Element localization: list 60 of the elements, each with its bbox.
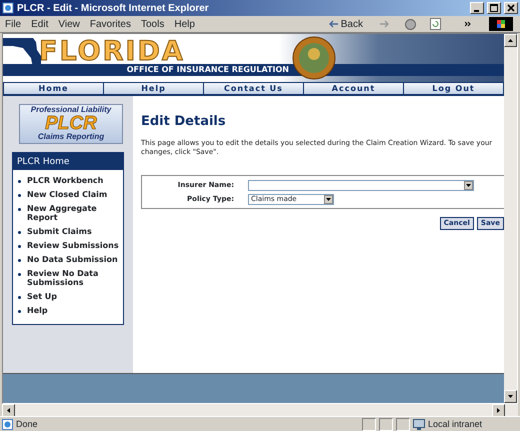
status-text: Done [16,419,39,429]
close-button[interactable] [504,2,518,14]
intranet-icon [413,418,425,430]
sidebar-link[interactable]: No Data Submission [27,255,118,264]
sidebar-link[interactable]: New Closed Claim [27,190,108,199]
logo-tagline: Professional Liability [30,105,112,115]
bullet-icon [18,194,21,197]
sidebar-link[interactable]: Review No Data Submissions [27,269,123,287]
nav-tab[interactable]: Account [304,83,403,94]
scroll-down-icon[interactable] [504,390,517,403]
menu-item[interactable]: Edit [26,18,54,30]
dropdown-arrow-icon [324,194,333,204]
bullet-icon [18,180,21,183]
dropdown-field[interactable] [248,180,474,190]
back-button[interactable]: Back [324,18,368,30]
menu-item[interactable]: View [53,18,85,30]
ie-page-icon [2,2,14,14]
logo-wordmark: PLCR [45,115,97,132]
seal-icon [292,36,336,80]
sidebar-link[interactable]: New Aggregate Report [27,204,123,222]
scroll-right-icon[interactable] [492,404,505,417]
back-arrow-icon [328,20,339,28]
bullet-icon [18,231,21,234]
scroll-up-icon[interactable] [504,34,517,47]
sidebar-link[interactable]: Set Up [27,292,58,301]
menu-item[interactable]: File [0,18,26,30]
status-pane [396,418,410,430]
sidebar-link[interactable]: Help [27,306,48,315]
state-name: FLORIDA [39,38,185,65]
sidebar-link[interactable]: PLCR Workbench [27,176,104,185]
bullet-icon [18,296,21,299]
page-heading: Edit Details [141,114,227,129]
bullet-icon [18,310,21,313]
nav-tab[interactable]: Help [104,83,203,94]
status-pane [379,418,393,430]
bullet-icon [18,259,21,262]
status-zone: Local intranet [428,419,484,429]
window-title: PLCR - Edit - Microsoft Internet Explorer [17,2,210,14]
nav-tab[interactable]: Home [4,83,103,94]
logo-tagline: Claims Reporting [36,132,106,142]
nav-tab[interactable]: Log Out [404,83,503,94]
status-pane [362,418,376,430]
minimize-button[interactable] [470,2,484,14]
vertical-scrollbar[interactable] [504,34,517,403]
bullet-icon [18,273,21,276]
sidebar-link[interactable]: Review Submissions [27,241,119,250]
page-icon [2,418,13,430]
sidebar-link[interactable]: Submit Claims [27,227,92,236]
maximize-button[interactable] [487,2,501,14]
dropdown-arrow-icon [464,180,473,190]
menu-item[interactable]: Tools [136,18,170,30]
agency-name: OFFICE OF INSURANCE REGULATION [126,64,289,76]
bullet-icon [18,245,21,248]
nav-tab[interactable]: Contact Us [204,83,303,94]
horizontal-scrollbar[interactable] [2,404,518,416]
menu-item[interactable]: Favorites [84,18,136,30]
bullet-icon [18,208,21,211]
panel-title: PLCR Home [13,153,123,170]
menu-item[interactable]: Help [169,18,200,30]
scroll-left-icon[interactable] [2,404,15,417]
